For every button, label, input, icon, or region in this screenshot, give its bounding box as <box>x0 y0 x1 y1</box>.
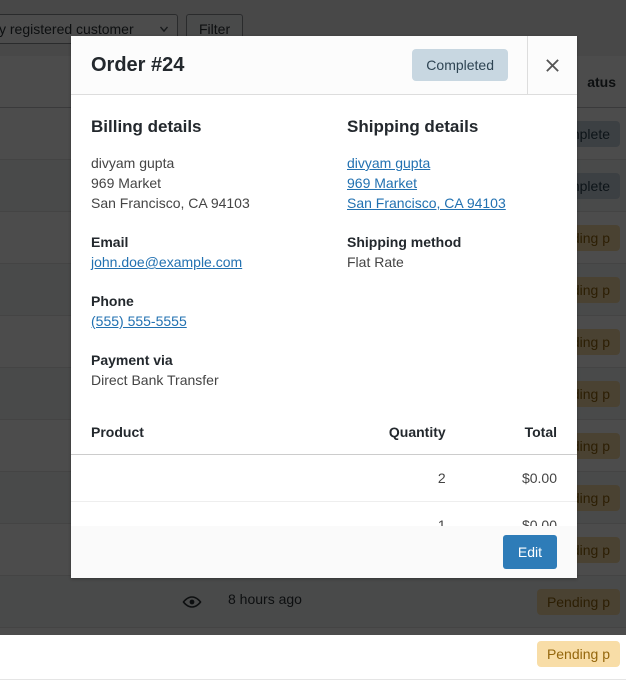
billing-address-line-1: divyam gupta <box>91 153 310 173</box>
column-header-quantity: Quantity <box>334 412 466 455</box>
item-product-name <box>71 502 334 527</box>
modal-body: Billing details divyam gupta 969 Market … <box>71 95 577 526</box>
shipping-details-column: Shipping details divyam gupta 969 Market… <box>324 117 557 390</box>
shipping-method-label: Shipping method <box>347 232 543 252</box>
billing-email-label: Email <box>91 232 310 252</box>
table-row: 2$0.00 <box>71 455 577 502</box>
close-button[interactable] <box>527 36 577 94</box>
order-items-header-row: Product Quantity Total <box>71 412 577 455</box>
billing-email-link[interactable]: john.doe@example.com <box>91 252 310 272</box>
edit-button[interactable]: Edit <box>503 535 557 569</box>
column-header-total: Total <box>466 412 577 455</box>
billing-address-line-2: 969 Market <box>91 173 310 193</box>
billing-details-column: Billing details divyam gupta 969 Market … <box>91 117 324 390</box>
shipping-address-link-3[interactable]: San Francisco, CA 94103 <box>347 193 543 213</box>
details-columns: Billing details divyam gupta 969 Market … <box>91 117 557 390</box>
close-icon <box>545 58 560 73</box>
order-preview-modal: Order #24 Completed Billing details divy… <box>71 36 577 578</box>
table-row: 1$0.00 <box>71 502 577 527</box>
billing-address-line-3: San Francisco, CA 94103 <box>91 193 310 213</box>
billing-heading: Billing details <box>91 117 310 137</box>
page-title: Order #24 <box>91 54 412 77</box>
modal-footer: Edit <box>71 526 577 578</box>
item-total: $0.00 <box>466 455 577 502</box>
billing-phone-link[interactable]: (555) 555-5555 <box>91 311 310 331</box>
order-items-table: Product Quantity Total 2$0.001$0.00 <box>71 412 577 526</box>
status-badge: Pending p <box>537 641 620 667</box>
status-badge: Completed <box>412 49 508 81</box>
shipping-method-value: Flat Rate <box>347 252 543 272</box>
billing-phone-label: Phone <box>91 291 310 311</box>
item-product-name <box>71 455 334 502</box>
shipping-address-link-2[interactable]: 969 Market <box>347 173 543 193</box>
item-quantity: 1 <box>334 502 466 527</box>
column-header-product: Product <box>71 412 334 455</box>
table-row[interactable]: Pending p <box>0 628 626 680</box>
shipping-address-link-1[interactable]: divyam gupta <box>347 153 543 173</box>
payment-method-value: Direct Bank Transfer <box>91 370 310 390</box>
item-quantity: 2 <box>334 455 466 502</box>
modal-header: Order #24 Completed <box>71 36 577 95</box>
order-items-body: 2$0.001$0.00 <box>71 455 577 527</box>
shipping-heading: Shipping details <box>347 117 543 137</box>
item-total: $0.00 <box>466 502 577 527</box>
payment-method-label: Payment via <box>91 350 310 370</box>
